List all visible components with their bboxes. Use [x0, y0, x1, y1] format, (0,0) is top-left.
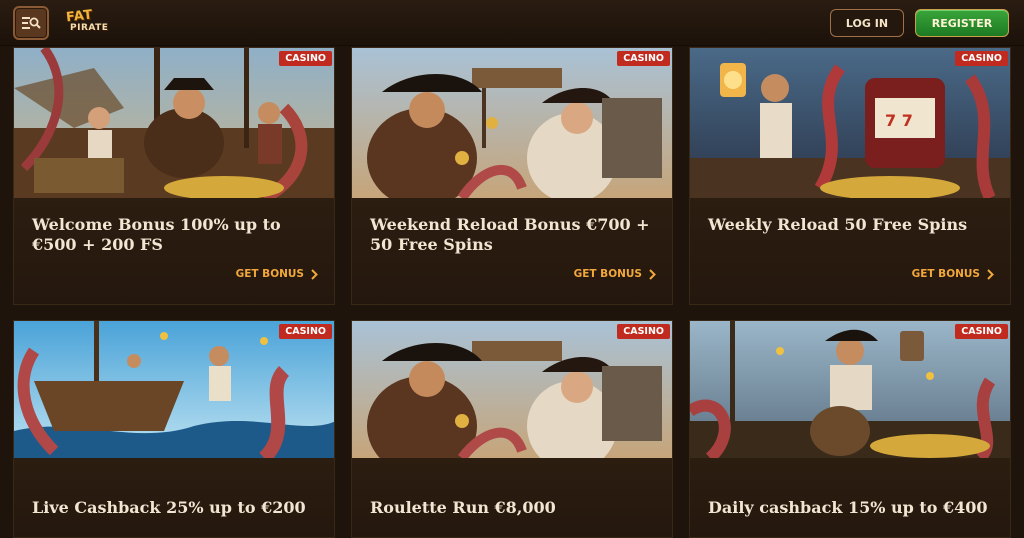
get-bonus-link[interactable]: GET BONUS [236, 268, 318, 280]
casino-badge: CASINO [617, 324, 670, 339]
chevron-right-icon [649, 268, 656, 280]
promo-image-pirate-treasure: CASINO [690, 321, 1010, 458]
casino-badge: CASINO [279, 324, 332, 339]
svg-text:7 7: 7 7 [885, 111, 913, 130]
login-button[interactable]: LOG IN [830, 9, 904, 37]
promo-image-pirate-ship: CASINO [14, 48, 334, 198]
promo-card-weekend-reload[interactable]: CASINO Weekend Reload Bonus €700 + 50 Fr… [351, 47, 673, 305]
promo-card-body: Welcome Bonus 100% up to €500 + 200 FS G… [14, 198, 334, 304]
chevron-right-icon [987, 268, 994, 280]
casino-badge: CASINO [279, 51, 332, 66]
menu-search-icon [22, 17, 41, 29]
promo-card-welcome[interactable]: CASINO Welcome Bonus 100% up to €500 + 2… [13, 47, 335, 305]
get-bonus-link[interactable]: GET BONUS [912, 268, 994, 280]
promo-title: Welcome Bonus 100% up to €500 + 200 FS [32, 215, 281, 254]
promo-title: Daily cashback 15% up to €400 [708, 498, 988, 517]
promo-image-pirate-couple: CASINO [352, 321, 672, 458]
casino-badge: CASINO [955, 51, 1008, 66]
promo-card-weekly-reload[interactable]: 7 7 CASINO Weekly Reload 50 Free Spins G… [689, 47, 1011, 305]
promo-title: Live Cashback 25% up to €200 [32, 498, 306, 517]
site-logo[interactable]: FAT PIRATE [58, 8, 114, 36]
get-bonus-label: GET BONUS [911, 268, 980, 280]
get-bonus-link[interactable]: GET BONUS [574, 268, 656, 280]
promo-title: Roulette Run €8,000 [370, 498, 556, 517]
promo-card-roulette-run[interactable]: CASINO Roulette Run €8,000 [351, 320, 673, 538]
promo-image-kraken-ship: CASINO [14, 321, 334, 458]
register-button[interactable]: REGISTER [915, 9, 1009, 37]
promo-card-body: Daily cashback 15% up to €400 [690, 458, 1010, 537]
chevron-right-icon [311, 268, 318, 280]
top-header: FAT PIRATE LOG IN REGISTER [0, 0, 1024, 46]
logo-text-pirate: PIRATE [70, 23, 109, 33]
promo-card-live-cashback[interactable]: CASINO Live Cashback 25% up to €200 [13, 320, 335, 538]
promo-title: Weekend Reload Bonus €700 + 50 Free Spin… [370, 215, 650, 254]
promo-image-pirate-couple: CASINO [352, 48, 672, 198]
promo-card-body: Weekly Reload 50 Free Spins GET BONUS [690, 198, 1010, 304]
promo-card-body: Roulette Run €8,000 [352, 458, 672, 537]
promo-card-daily-cashback[interactable]: CASINO Daily cashback 15% up to €400 [689, 320, 1011, 538]
get-bonus-label: GET BONUS [573, 268, 642, 280]
casino-badge: CASINO [617, 51, 670, 66]
get-bonus-label: GET BONUS [235, 268, 304, 280]
promo-title: Weekly Reload 50 Free Spins [708, 215, 968, 234]
casino-badge: CASINO [955, 324, 1008, 339]
promo-card-body: Live Cashback 25% up to €200 [14, 458, 334, 537]
promo-image-pirate-slot-machine: 7 7 CASINO [690, 48, 1010, 198]
promo-card-body: Weekend Reload Bonus €700 + 50 Free Spin… [352, 198, 672, 304]
menu-button[interactable] [13, 6, 49, 40]
